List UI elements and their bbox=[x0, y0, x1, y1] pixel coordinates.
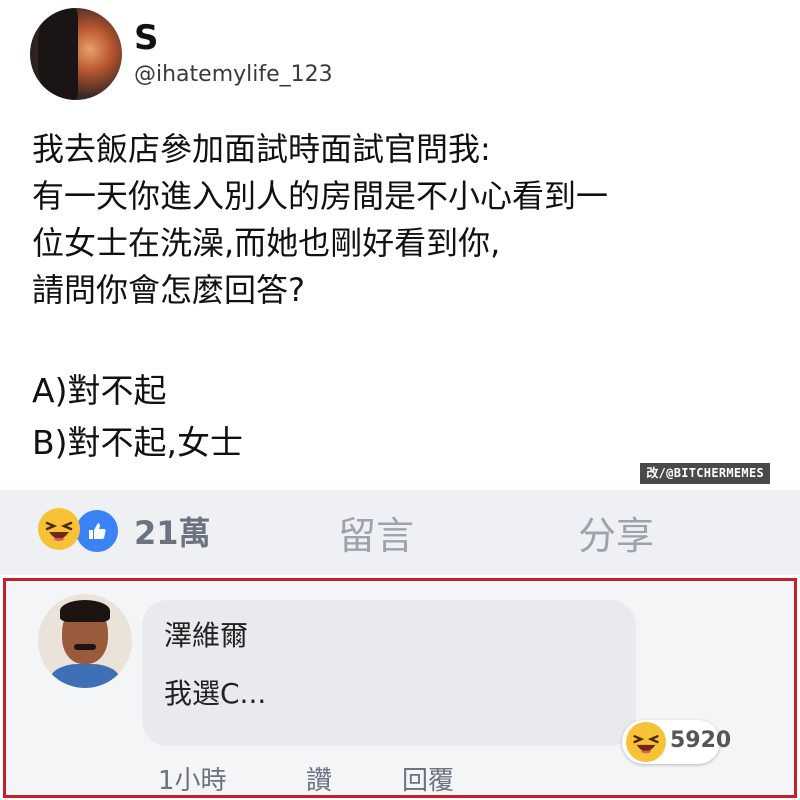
comment-reply-button[interactable]: 回覆 bbox=[402, 760, 454, 797]
reaction-count[interactable]: 21萬 bbox=[134, 508, 211, 554]
post-text: 我去飯店參加面試時面試官問我: 有一天你進入別人的房間是不小心看到一 位女士在洗… bbox=[32, 130, 609, 309]
option-b: B)對不起,女士 bbox=[32, 423, 244, 462]
author-avatar[interactable] bbox=[30, 8, 122, 100]
comment-time[interactable]: 1小時 bbox=[158, 760, 227, 797]
option-a: A)對不起 bbox=[32, 371, 167, 410]
comment-text: 我選C... bbox=[164, 677, 267, 710]
commenter-name[interactable]: 澤維爾 bbox=[164, 614, 248, 654]
haha-icon bbox=[626, 722, 666, 762]
author-name[interactable]: S bbox=[134, 18, 159, 58]
comment-reaction[interactable]: 5920 bbox=[622, 720, 731, 764]
watermark: 改/@BITCHERMEMES bbox=[640, 463, 770, 484]
like-icon bbox=[74, 508, 120, 554]
haha-icon bbox=[38, 508, 80, 550]
author-handle[interactable]: @ihatemylife_123 bbox=[134, 62, 333, 87]
commenter-avatar[interactable] bbox=[38, 594, 132, 688]
post-card: S @ihatemylife_123 我去飯店參加面試時面試官問我: 有一天你進… bbox=[0, 0, 800, 490]
comment-button[interactable]: 留言 bbox=[338, 505, 414, 560]
answer-options: A)對不起 B)對不起,女士 bbox=[32, 365, 243, 469]
share-button[interactable]: 分享 bbox=[578, 505, 654, 560]
comment-reaction-count: 5920 bbox=[670, 728, 732, 753]
comment-like-button[interactable]: 讚 bbox=[306, 760, 332, 797]
